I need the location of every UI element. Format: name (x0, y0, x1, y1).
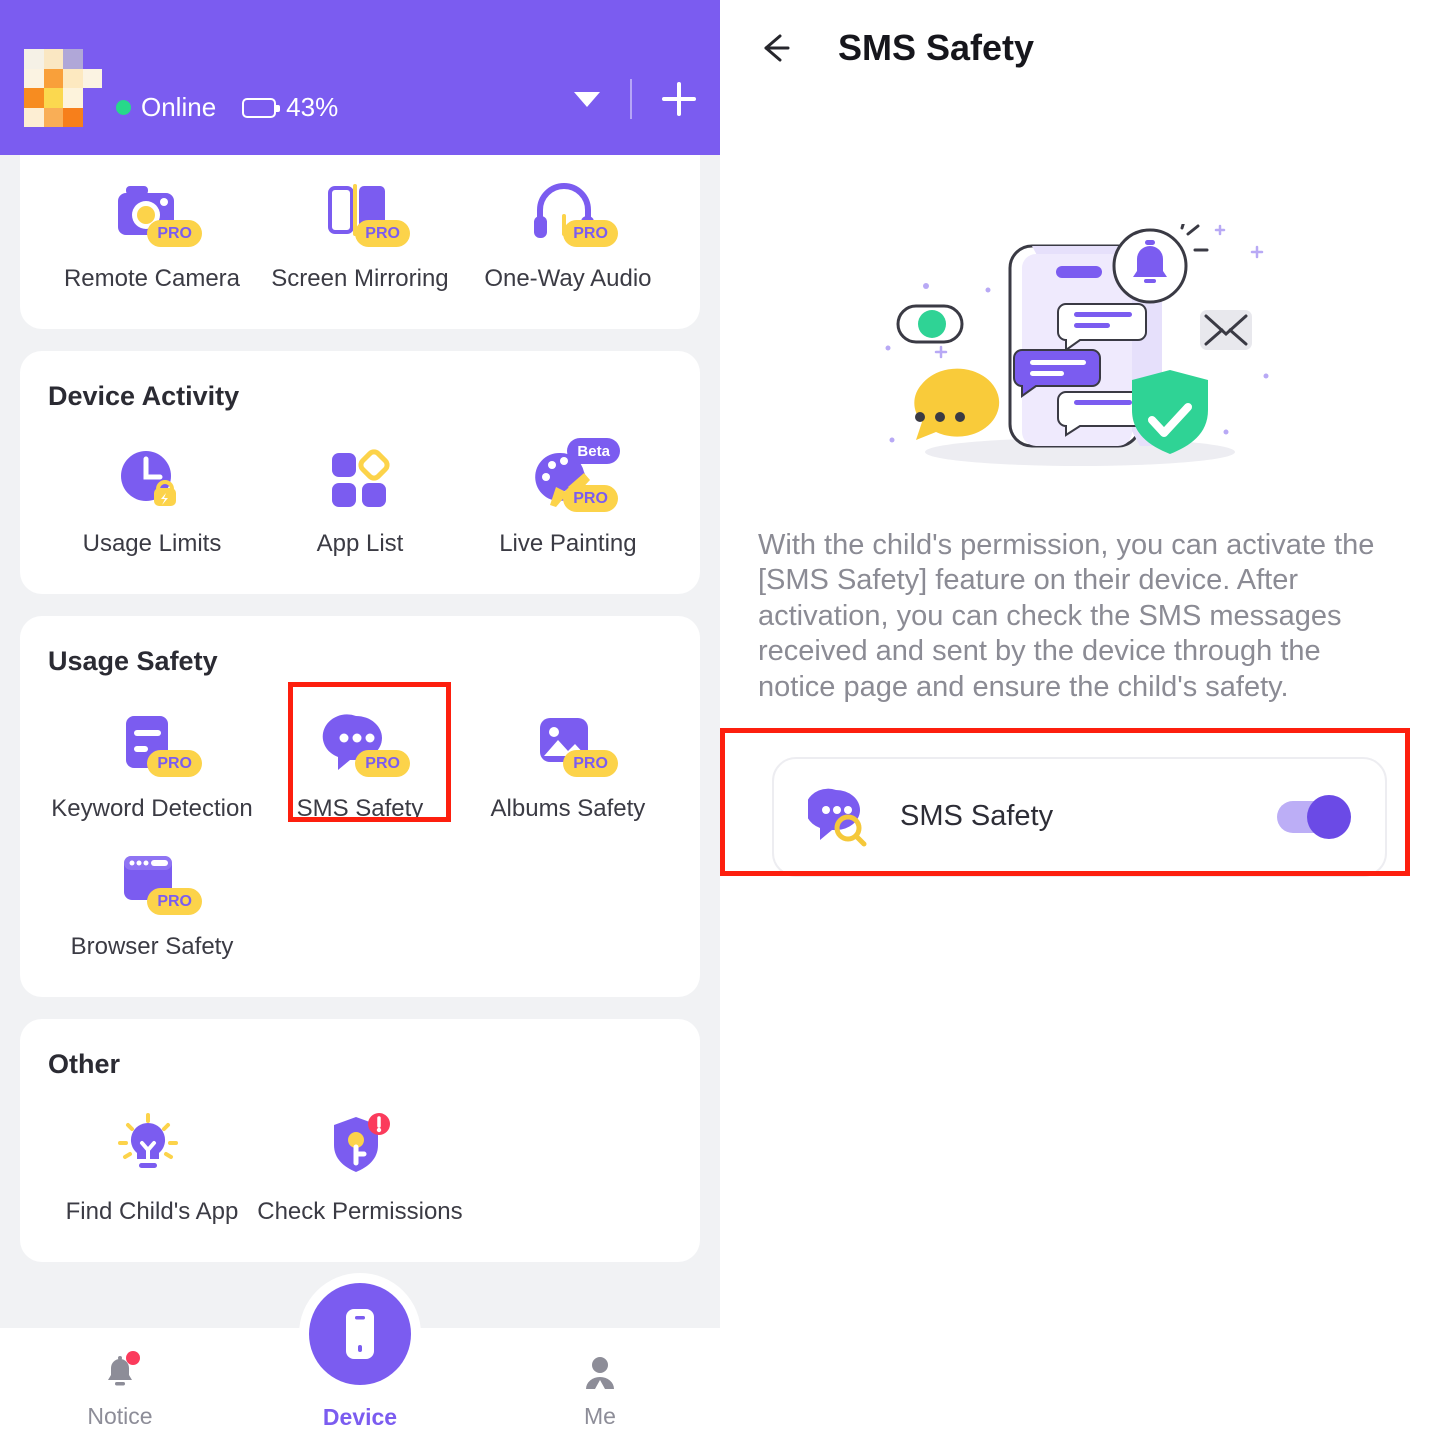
plus-icon[interactable] (662, 82, 696, 116)
headphones-icon: PRO (526, 173, 618, 253)
tile-live-painting[interactable]: Beta PRO Live Painting (464, 426, 672, 564)
tile-one-way-audio[interactable]: PRO One-Way Audio (464, 161, 672, 299)
shield-key-icon (318, 1106, 402, 1186)
tile-label: Find Child's App (65, 1198, 239, 1225)
bottom-navigation: Notice Device Me (0, 1283, 720, 1453)
beta-badge: Beta (567, 438, 620, 464)
lightbulb-icon (110, 1106, 194, 1186)
tile-screen-mirroring[interactable]: PRO Screen Mirroring (256, 161, 464, 299)
tile-label: Check Permissions (257, 1198, 463, 1225)
device-dashboard-pane: Online 43% PRO Remote Camera PRO Screen … (0, 0, 720, 1453)
screen-mirroring-icon: PRO (318, 173, 410, 253)
online-status: Online (116, 92, 216, 123)
pro-badge: PRO (563, 750, 618, 777)
section-title: Device Activity (48, 381, 240, 411)
app-grid-icon (318, 438, 402, 518)
pro-badge: PRO (355, 750, 410, 777)
nav-item-notice[interactable]: Notice (0, 1351, 240, 1430)
tile-app-list[interactable]: App List (256, 426, 464, 564)
nav-item-me[interactable]: Me (480, 1351, 720, 1430)
tile-label: Live Painting (499, 530, 637, 557)
card-device-activity: Device Activity Usage Limits App List Be… (20, 351, 700, 594)
clock-lock-icon (110, 438, 194, 518)
section-title: Other (48, 1049, 121, 1079)
avatar[interactable] (24, 49, 102, 127)
pro-badge: PRO (147, 220, 202, 247)
nav-label: Me (584, 1403, 616, 1429)
battery-status: 43% (242, 92, 338, 123)
feature-description: With the child's permission, you can act… (758, 529, 1375, 703)
chevron-down-icon[interactable] (574, 91, 600, 107)
device-header: Online 43% (0, 0, 720, 155)
header-divider (630, 79, 632, 119)
nav-label: Device (322, 1404, 398, 1430)
sms-safety-toggle-row[interactable]: SMS Safety (772, 756, 1387, 877)
sms-safety-illustration (720, 224, 1439, 484)
pro-badge: PRO (563, 220, 618, 247)
tile-usage-limits[interactable]: Usage Limits (48, 426, 256, 564)
tile-label: Usage Limits (82, 530, 222, 557)
person-icon (578, 1351, 622, 1395)
tile-keyword-detection[interactable]: PRO Keyword Detection (48, 691, 256, 829)
photo-icon: PRO (526, 703, 618, 783)
pro-badge: PRO (147, 888, 202, 915)
tile-browser-safety[interactable]: PRO Browser Safety (48, 829, 256, 967)
battery-level-label: 43% (286, 92, 339, 122)
section-title: Usage Safety (48, 646, 218, 676)
sms-safety-detail-pane: SMS Safety With the child's permission, … (720, 0, 1439, 1453)
nav-label: Notice (87, 1403, 153, 1429)
pro-badge: PRO (355, 220, 410, 247)
sms-safety-switch[interactable] (1277, 794, 1351, 839)
tile-empty (464, 1094, 672, 1232)
tile-label: Screen Mirroring (271, 265, 449, 292)
phone-icon[interactable] (309, 1283, 411, 1385)
back-arrow-icon[interactable] (754, 28, 794, 68)
tile-albums-safety[interactable]: PRO Albums Safety (464, 691, 672, 829)
chat-bubble-icon: PRO (318, 703, 410, 783)
tile-label: Remote Camera (63, 265, 241, 292)
battery-icon (242, 97, 281, 118)
document-lines-icon: PRO (110, 703, 202, 783)
notification-dot-icon (126, 1351, 140, 1365)
chat-search-icon (805, 786, 870, 848)
detail-header: SMS Safety (720, 0, 1439, 96)
tile-label: Browser Safety (70, 933, 234, 960)
palette-brush-icon: Beta PRO (526, 438, 620, 518)
camera-icon: PRO (110, 173, 202, 253)
app-screen: Online 43% PRO Remote Camera PRO Screen … (0, 0, 1439, 1453)
sms-safety-toggle-label: SMS Safety (900, 800, 1054, 833)
card-usage-safety: Usage Safety PRO Keyword Detection PRO S… (20, 616, 700, 997)
tile-remote-camera[interactable]: PRO Remote Camera (48, 161, 256, 299)
online-indicator-icon (116, 100, 131, 115)
tile-label: Keyword Detection (51, 795, 253, 822)
page-title: SMS Safety (838, 27, 1035, 68)
online-status-label: Online (141, 92, 217, 122)
dashboard-scroll-area[interactable]: PRO Remote Camera PRO Screen Mirroring P… (0, 155, 720, 1324)
tile-label: One-Way Audio (484, 265, 652, 292)
header-actions (574, 79, 696, 129)
pro-badge: PRO (147, 750, 202, 777)
tile-check-permissions[interactable]: Check Permissions (256, 1094, 464, 1232)
bell-icon (98, 1351, 142, 1395)
tile-label: SMS Safety (296, 795, 424, 822)
device-status: Online 43% (116, 92, 574, 129)
browser-window-icon: PRO (110, 841, 202, 921)
tile-label: Albums Safety (490, 795, 646, 822)
tile-find-childs-app[interactable]: Find Child's App (48, 1094, 256, 1232)
card-other: Other Find Child's App Check Permissions (20, 1019, 700, 1262)
pro-badge: PRO (563, 485, 618, 512)
tile-label: App List (316, 530, 404, 557)
tile-sms-safety[interactable]: PRO SMS Safety (256, 691, 464, 829)
card-remote-tools: PRO Remote Camera PRO Screen Mirroring P… (20, 155, 700, 329)
